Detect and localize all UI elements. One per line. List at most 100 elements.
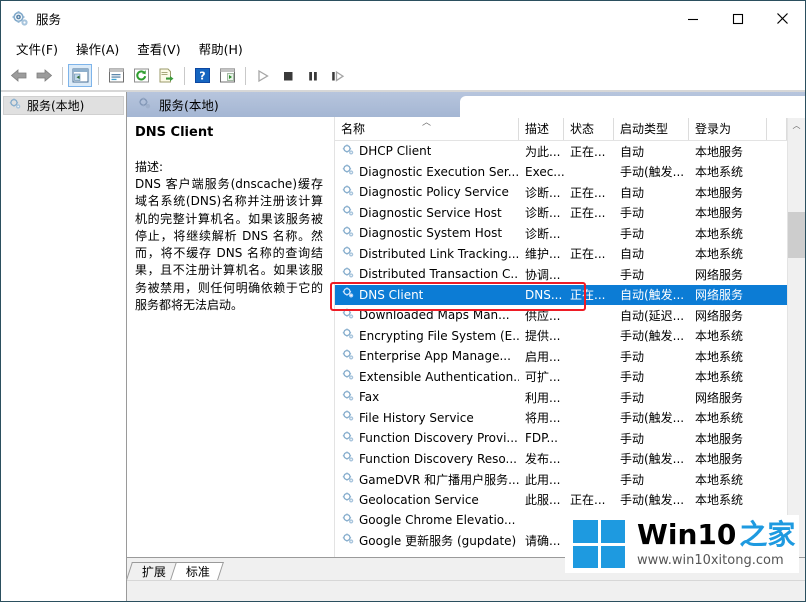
svg-text:?: ? [199, 70, 205, 83]
cell-service-description: 利用... [525, 390, 561, 405]
service-gear-icon [341, 327, 355, 344]
service-gear-icon [341, 266, 355, 283]
properties-icon[interactable] [104, 64, 128, 87]
column-status[interactable]: 状态 [564, 117, 614, 140]
refresh-icon[interactable] [129, 64, 153, 87]
table-row[interactable]: Fax 利用... 手动 网络服务 [335, 387, 787, 408]
service-name-text: Downloaded Maps Man... [359, 308, 510, 323]
column-log-on-as[interactable]: 登录为 [689, 117, 767, 140]
scroll-up-button[interactable]: ︿ [788, 117, 805, 134]
menu-help[interactable]: 帮助(H) [190, 37, 252, 60]
maximize-button[interactable] [715, 1, 760, 36]
table-row[interactable]: Function Discovery Provi... FDP... 手动 本地服务 [335, 428, 787, 449]
table-row[interactable]: Extensible Authentication... 可扩... 手动 本地系统 [335, 367, 787, 388]
cell-service-status: 正在... [570, 185, 606, 200]
cell-service-startup-type: 自动 [620, 247, 645, 262]
cell-service-name: Google Chrome Elevatio... [335, 512, 519, 529]
toolbar-separator [62, 66, 63, 85]
tab-standard[interactable]: 标准 [170, 562, 224, 580]
stop-service-icon[interactable] [276, 64, 300, 87]
cell-service-startup-type: 手动(触发... [620, 493, 685, 508]
table-row[interactable]: Distributed Transaction C... 协调... 手动 网络服务 [335, 264, 787, 285]
cell-service-description: 诊断... [525, 185, 561, 200]
service-name-text: DNS Client [359, 287, 424, 302]
toolbar-separator [98, 66, 99, 85]
view-tabs: 扩展 标准 [126, 557, 805, 580]
forward-icon[interactable] [32, 64, 56, 87]
table-row[interactable]: Geolocation Service 此服... 正在... 手动(触发... 本地系… [335, 490, 787, 511]
table-row[interactable]: Diagnostic Service Host 诊断... 正在... 手动 本地服务 [335, 203, 787, 224]
scrollbar-thumb[interactable] [788, 212, 805, 258]
cell-service-name: Function Discovery Reso... [335, 450, 519, 467]
scrollbar-track[interactable] [788, 134, 805, 557]
table-row[interactable]: Encrypting File System (E... 提供... 手动(触发..… [335, 326, 787, 347]
vertical-scrollbar[interactable]: ︿ [787, 117, 805, 557]
cell-service-name: Geolocation Service [335, 491, 519, 508]
table-row[interactable]: Google Chrome Elevatio... [335, 510, 787, 531]
service-gear-icon [341, 389, 355, 406]
cell-service-description: 请确... [525, 534, 561, 549]
service-name-text: GameDVR 和广播用户服务... [359, 472, 519, 487]
close-button[interactable] [760, 1, 805, 36]
restart-service-icon[interactable] [326, 64, 350, 87]
table-row[interactable]: DHCP Client 为此... 正在... 自动 本地服务 [335, 141, 787, 162]
table-row[interactable]: Downloaded Maps Man... 供应... 自动(延迟... 网络服务 [335, 305, 787, 326]
cell-service-name: Distributed Transaction C... [335, 266, 519, 283]
cell-service-startup-type: 手动(触发... [620, 452, 685, 467]
cell-service-name: Enterprise App Manage... [335, 348, 519, 365]
cell-service-startup-type: 手动 [620, 206, 645, 221]
service-name-text: Enterprise App Manage... [359, 349, 511, 364]
service-gear-icon [341, 348, 355, 365]
show-action-pane-icon[interactable] [215, 64, 239, 87]
show-hide-tree-icon[interactable] [68, 64, 92, 87]
menu-file[interactable]: 文件(F) [7, 37, 67, 60]
cell-service-log-on-as: 本地服务 [695, 144, 744, 159]
export-list-icon[interactable] [154, 64, 178, 87]
service-name-text: Function Discovery Provi... [359, 431, 518, 446]
cell-service-startup-type: 自动(延迟... [620, 308, 685, 323]
table-row[interactable]: Distributed Link Tracking... 维护... 正在... 自动… [335, 244, 787, 265]
cell-service-name: Function Discovery Provi... [335, 430, 519, 447]
help-icon[interactable]: ? [190, 64, 214, 87]
menu-action[interactable]: 操作(A) [67, 37, 128, 60]
cell-service-log-on-as: 本地系统 [695, 165, 744, 180]
cell-service-startup-type: 手动 [620, 472, 645, 487]
table-row[interactable]: GameDVR 和广播用户服务... 此用... 手动 本地系统 [335, 469, 787, 490]
cell-service-name: Diagnostic Policy Service [335, 184, 519, 201]
service-gear-icon [341, 225, 355, 242]
cell-service-log-on-as: 本地系统 [695, 493, 744, 508]
table-row[interactable]: Google 更新服务 (gupdate) 请确... [335, 531, 787, 552]
table-row[interactable]: Diagnostic Execution Ser... Exec... 手动(触发.… [335, 162, 787, 183]
service-gear-icon [341, 307, 355, 324]
column-description[interactable]: 描述 [519, 117, 564, 140]
table-row[interactable]: File History Service 将用... 手动(触发... 本地系统 [335, 408, 787, 429]
cell-service-description: Exec... [525, 164, 564, 179]
cell-service-log-on-as: 本地系统 [695, 411, 744, 426]
cell-service-name: Diagnostic System Host [335, 225, 519, 242]
cell-service-startup-type: 自动 [620, 185, 645, 200]
table-row[interactable]: Diagnostic System Host 诊断... 手动 本地系统 [335, 223, 787, 244]
service-name-text: Fax [359, 390, 380, 405]
start-service-icon[interactable] [251, 64, 275, 87]
table-row[interactable]: DNS Client DNS... 正在... 自动(触发... 网络服务 [335, 284, 787, 305]
menu-view[interactable]: 查看(V) [128, 37, 189, 60]
tree-item-services-local[interactable]: 服务(本地) [3, 96, 124, 115]
service-name-text: Diagnostic Execution Ser... [359, 164, 519, 179]
minimize-button[interactable] [670, 1, 715, 36]
table-row[interactable]: Function Discovery Reso... 发布... 手动(触发... 本… [335, 449, 787, 470]
pause-service-icon[interactable] [301, 64, 325, 87]
panel-content: DNS Client 描述: DNS 客户端服务(dnscache)缓存域名系统… [127, 117, 805, 557]
cell-service-startup-type: 手动 [620, 349, 645, 364]
cell-service-description: 此用... [525, 472, 561, 487]
service-name-text: Diagnostic System Host [359, 226, 503, 241]
service-gear-icon [341, 368, 355, 385]
services-gear-icon [137, 96, 152, 114]
cell-service-status: 正在... [570, 144, 606, 159]
column-startup-type[interactable]: 启动类型 [614, 117, 689, 140]
back-icon[interactable] [7, 64, 31, 87]
table-row[interactable]: Enterprise App Manage... 启用... 手动 本地系统 [335, 346, 787, 367]
service-name-text: Google Chrome Elevatio... [359, 513, 516, 528]
cell-service-log-on-as: 本地系统 [695, 472, 744, 487]
table-row[interactable]: Diagnostic Policy Service 诊断... 正在... 自动 本地服… [335, 182, 787, 203]
column-name[interactable]: 名称 ︿ [335, 117, 519, 140]
